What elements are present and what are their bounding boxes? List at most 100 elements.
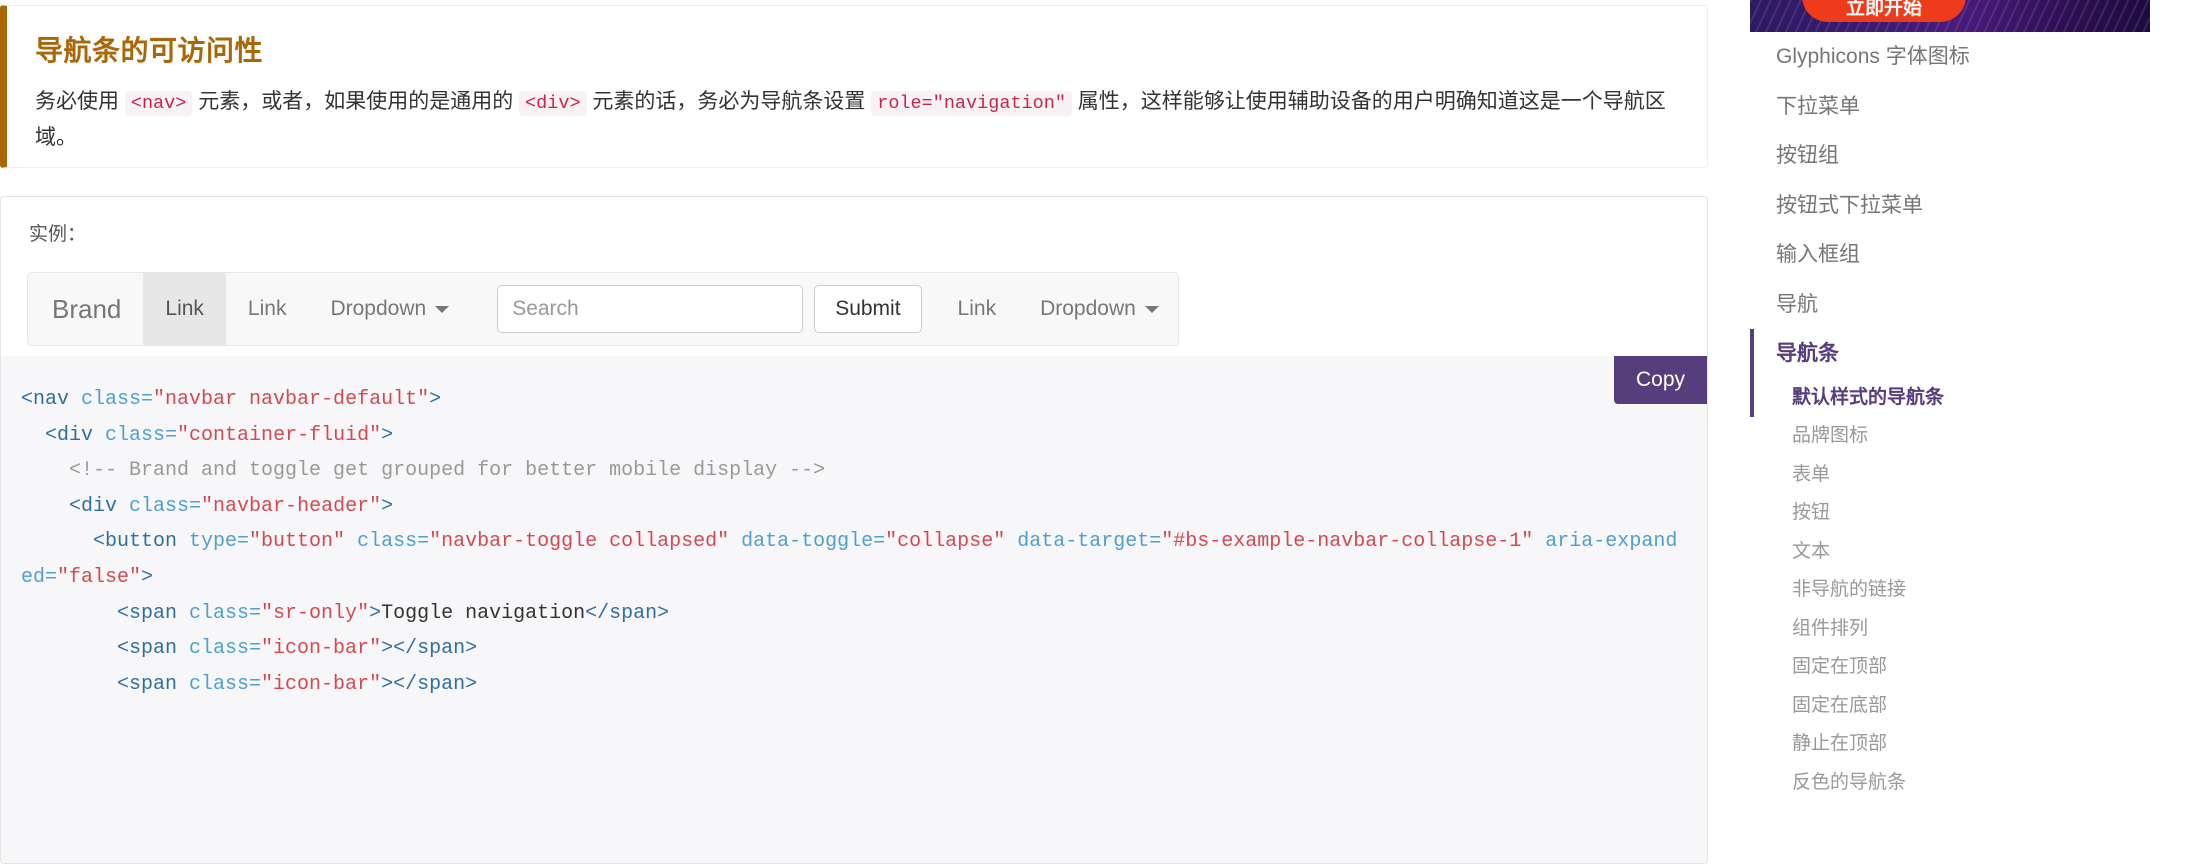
sidebar-subitem-7[interactable]: 固定在顶部 [1750, 648, 2212, 687]
code-token: > [381, 494, 394, 518]
inline-code-5: role="navigation" [871, 90, 1072, 116]
navbar-search-form: Submit [471, 273, 935, 345]
code-token: class= [81, 388, 154, 411]
code-token: class= [189, 637, 262, 661]
submit-button[interactable]: Submit [814, 285, 922, 333]
ad-cta-button[interactable]: 立即开始 [1802, 0, 1966, 22]
callout-body: 务必使用 <nav> 元素，或者，如果使用的是通用的 <div> 元素的话，务必… [35, 89, 1666, 150]
chevron-down-icon [435, 305, 450, 313]
copy-button[interactable]: Copy [1613, 356, 1707, 404]
code-token: "false" [57, 565, 142, 589]
code-token: "sr-only" [261, 601, 370, 625]
sidebar-item-2[interactable]: 按钮组 [1750, 131, 2212, 181]
code-token: <!-- Brand and toggle get grouped for be… [21, 459, 826, 483]
code-token: "button" [249, 530, 346, 554]
code-token: <span [117, 601, 190, 625]
code-source: <nav class="navbar navbar-default"> <div… [21, 382, 1681, 702]
code-token: data-toggle= [729, 530, 886, 554]
sidebar-item-3[interactable]: 按钮式下拉菜单 [1750, 181, 2212, 231]
sidebar-item-4[interactable]: 输入框组 [1750, 230, 2212, 280]
code-block: Copy <nav class="navbar navbar-default">… [0, 356, 1708, 864]
code-token: Toggle navigation [381, 601, 586, 625]
navbar-link-1[interactable]: Link [143, 273, 226, 345]
sidebar-subnav: 默认样式的导航条 品牌图标 表单 按钮 文本 非导航的链接 组件排列 固定在顶部 固定在底部 静止… [1750, 379, 2212, 803]
sidebar-subitem-5[interactable]: 非导航的链接 [1750, 571, 2212, 610]
navbar-link-1-label: Link [165, 297, 204, 320]
sidebar: 立即开始 Glyphicons 字体图标 下拉菜单 按钮组 按钮式下拉菜单 输入框组 导航… [1750, 0, 2212, 864]
sidebar-subitem-9[interactable]: 静止在顶部 [1750, 725, 2212, 764]
inline-code-3: <div> [519, 90, 587, 116]
search-input[interactable] [497, 285, 804, 333]
sidebar-nav: Glyphicons 字体图标 下拉菜单 按钮组 按钮式下拉菜单 输入框组 导航 导航条 默认… [1750, 32, 2212, 802]
code-token: "icon-bar" [261, 637, 382, 661]
example-label: 实例： [29, 224, 87, 245]
code-token: data-target= [1005, 530, 1162, 554]
code-token: </span> [393, 672, 478, 696]
navbar-dropdown-right[interactable]: Dropdown [1018, 273, 1181, 345]
accessibility-callout: 导航条的可访问性 务必使用 <nav> 元素，或者，如果使用的是通用的 <div… [0, 5, 1708, 168]
code-token: "icon-bar" [261, 672, 382, 696]
code-token: class= [105, 423, 178, 447]
code-token: class= [345, 530, 430, 554]
navbar-dropdown-left[interactable]: Dropdown [308, 273, 471, 345]
inline-code-1: <nav> [124, 90, 193, 116]
code-token: > [141, 565, 154, 589]
sidebar-item-1[interactable]: 下拉菜单 [1750, 82, 2212, 132]
page-root: 导航条的可访问性 务必使用 <nav> 元素，或者，如果使用的是通用的 <div… [0, 0, 2212, 864]
code-token: "collapse" [885, 530, 1006, 554]
sidebar-subitem-3[interactable]: 按钮 [1750, 494, 2212, 533]
code-token: "#bs-example-navbar-collapse-1" [1161, 530, 1534, 554]
code-token: > [381, 637, 394, 661]
code-token: class= [189, 672, 262, 696]
code-token: > [381, 672, 394, 696]
sidebar-subitem-2[interactable]: 表单 [1750, 456, 2212, 495]
ad-banner[interactable]: 立即开始 [1750, 0, 2150, 32]
code-token: "container-fluid" [177, 423, 382, 447]
active-section-rail [1750, 329, 1754, 417]
code-token: "navbar-toggle collapsed" [429, 530, 730, 554]
code-token: > [429, 388, 442, 411]
code-token: </span> [393, 637, 478, 661]
sidebar-subitem-4[interactable]: 文本 [1750, 533, 2212, 572]
sidebar-subitem-10[interactable]: 反色的导航条 [1750, 764, 2212, 803]
code-token: class= [189, 601, 262, 625]
code-token: "navbar navbar-default" [153, 388, 430, 411]
code-token: <button [93, 530, 190, 554]
code-token: <span [117, 637, 190, 661]
sidebar-subitem-8[interactable]: 固定在底部 [1750, 687, 2212, 726]
sidebar-item-0[interactable]: Glyphicons 字体图标 [1750, 32, 2212, 82]
sidebar-item-6[interactable]: 导航条 [1750, 329, 2212, 379]
code-token: > [369, 601, 382, 625]
code-token: <div [69, 494, 130, 518]
code-token: </span> [585, 601, 670, 625]
sidebar-subitem-6[interactable]: 组件排列 [1750, 610, 2212, 649]
navbar-dropdown-left-label: Dropdown [330, 297, 427, 320]
sidebar-subitem-1[interactable]: 品牌图标 [1750, 417, 2212, 456]
sidebar-subitem-0[interactable]: 默认样式的导航条 [1750, 379, 2212, 418]
main-content: 导航条的可访问性 务必使用 <nav> 元素，或者，如果使用的是通用的 <div… [0, 0, 1750, 864]
navbar-link-right-label: Link [957, 297, 997, 320]
code-token: <nav [21, 388, 82, 411]
navbar-dropdown-right-label: Dropdown [1040, 297, 1136, 320]
navbar-link-2-label: Link [247, 297, 287, 320]
chevron-down-icon [1144, 305, 1159, 313]
demo-navbar: Brand Link Link Dropdown Submit Link [27, 272, 1179, 346]
navbar-link-2[interactable]: Link [226, 273, 309, 345]
code-token: <div [45, 423, 106, 447]
example-box: 实例： Brand Link Link Dropdown Submit [0, 196, 1708, 356]
code-token: "navbar-header" [201, 494, 382, 518]
code-token: <span [117, 672, 190, 696]
code-token: class= [129, 494, 202, 518]
navbar-brand[interactable]: Brand [28, 273, 143, 345]
callout-title: 导航条的可访问性 [35, 35, 264, 66]
navbar-link-right[interactable]: Link [936, 273, 1019, 345]
code-token: type= [189, 530, 250, 554]
sidebar-item-5[interactable]: 导航 [1750, 280, 2212, 330]
code-token: > [381, 423, 394, 447]
